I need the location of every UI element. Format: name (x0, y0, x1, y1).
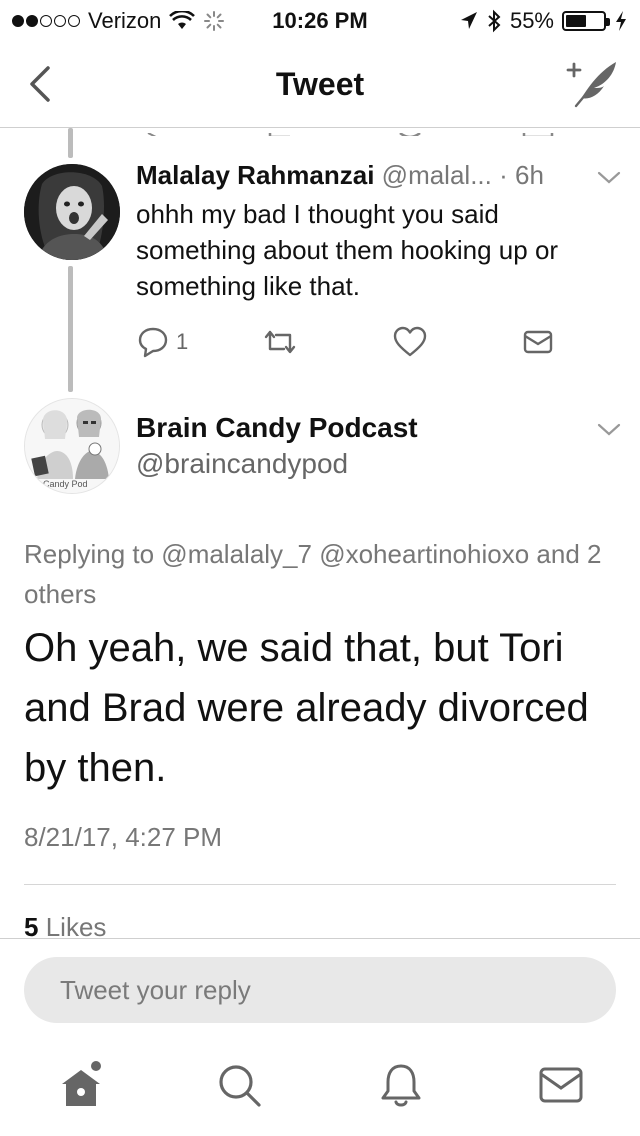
reply-tweet-header: Malalay Rahmanzai @malal... · 6h (136, 160, 626, 191)
home-icon[interactable] (56, 1060, 106, 1110)
tab-bar (0, 1034, 640, 1136)
main-tweet-text: Oh yeah, we said that, but Tori and Brad… (24, 626, 589, 790)
avatar[interactable]: Candy Pod (24, 398, 120, 494)
reply-author-handle[interactable]: @malal... (382, 160, 492, 190)
avatar-caption: Candy Pod (43, 479, 88, 489)
reply-composer (0, 938, 640, 1034)
chevron-down-icon[interactable] (594, 420, 624, 440)
reply-bubble-icon (138, 327, 168, 358)
charging-bolt-icon (616, 11, 626, 31)
reply-time: · 6h (499, 160, 544, 190)
search-icon[interactable] (214, 1060, 264, 1110)
like-button[interactable] (392, 322, 428, 362)
status-bar: Verizon 10:26 PM 55% (0, 0, 640, 40)
reply-tweet-actions: 1 (136, 322, 616, 362)
reply-input[interactable] (24, 957, 616, 1023)
thread-line (68, 266, 73, 392)
main-author-name[interactable]: Brain Candy Podcast (136, 412, 418, 444)
battery-icon (562, 11, 610, 31)
compose-tweet-icon[interactable] (564, 58, 618, 108)
notifications-bell-icon[interactable] (376, 1060, 426, 1110)
main-author-handle[interactable]: @braincandypod (136, 448, 348, 480)
location-arrow-icon (460, 12, 477, 29)
reply-count: 1 (176, 329, 189, 354)
notification-badge (91, 1061, 101, 1071)
messages-envelope-icon[interactable] (536, 1060, 586, 1110)
envelope-icon (523, 330, 553, 354)
chevron-down-icon[interactable] (594, 168, 624, 188)
battery-level (566, 15, 586, 27)
previous-tweet-actions-cutoff (0, 128, 640, 136)
divider (24, 884, 616, 885)
retweet-icon (264, 330, 296, 354)
direct-message-button[interactable] (522, 322, 554, 362)
retweet-button[interactable] (260, 322, 300, 362)
battery-percent: 55% (509, 8, 554, 33)
avatar[interactable] (24, 164, 120, 260)
reply-button[interactable]: 1 (136, 322, 188, 362)
nav-bar: Tweet (0, 40, 640, 128)
reply-author-name[interactable]: Malalay Rahmanzai (136, 160, 374, 190)
tweet-timestamp: 8/21/17, 4:27 PM (24, 822, 223, 852)
status-bar-right: 55% (460, 8, 628, 34)
thread-line (68, 128, 73, 158)
reply-tweet-text: ohhh my bad I thought you said something… (136, 199, 559, 301)
page-title: Tweet (275, 66, 365, 102)
bluetooth-icon (488, 9, 501, 33)
heart-icon (393, 326, 427, 357)
replying-to-line[interactable]: Replying to @malalaly_7 @xoheartinohioxo… (24, 534, 624, 614)
